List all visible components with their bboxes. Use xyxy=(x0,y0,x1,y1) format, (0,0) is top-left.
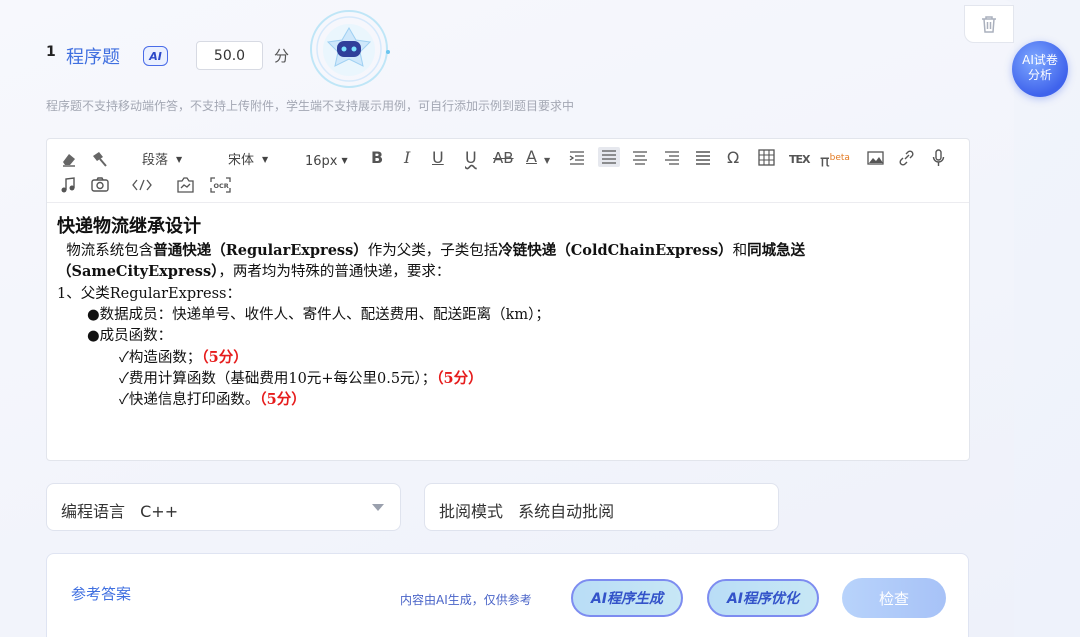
math-button[interactable]: πbeta xyxy=(820,148,850,171)
ai-disclaimer: 内容由AI生成，仅供参考 xyxy=(400,593,532,607)
content-line: ✓快递信息打印函数。（5分） xyxy=(119,388,306,409)
content-line: ●成员函数： xyxy=(87,328,173,344)
ai-optimize-button[interactable]: AI程序优化 xyxy=(707,579,819,617)
format-painter-icon[interactable] xyxy=(91,150,109,168)
chevron-down-icon xyxy=(372,504,384,511)
content-line: ●数据成员：快递单号、收件人、寄件人、配送费用、配送距离（km）； xyxy=(87,307,550,323)
table-icon[interactable] xyxy=(758,149,775,166)
language-select[interactable]: 编程语言 C++ xyxy=(46,483,401,531)
ocr-icon[interactable]: OCR xyxy=(210,177,231,193)
text-run: 同城急送 xyxy=(747,242,806,259)
align-justify-icon[interactable] xyxy=(695,151,711,165)
font-select[interactable]: 宋体 ▼ xyxy=(228,150,268,171)
font-size-select[interactable]: 16px ▼ xyxy=(305,151,348,172)
paragraph-select[interactable]: 段落 ▼ xyxy=(142,150,182,171)
font-select-label: 宋体 xyxy=(228,153,255,168)
chevron-down-icon[interactable]: ▼ xyxy=(544,151,550,171)
wavy-underline-button[interactable]: U xyxy=(465,148,477,168)
underline-button[interactable]: U xyxy=(432,148,444,168)
ai-generate-button[interactable]: AI程序生成 xyxy=(571,579,683,617)
ai-paper-analysis-line2: 分析 xyxy=(1027,68,1052,82)
paragraph-select-label: 段落 xyxy=(142,153,169,168)
chevron-down-icon: ▼ xyxy=(262,155,269,164)
link-icon[interactable] xyxy=(898,150,915,166)
align-right-icon[interactable] xyxy=(664,151,680,165)
review-mode-value: 系统自动批阅 xyxy=(518,502,615,521)
eraser-icon[interactable] xyxy=(60,150,78,168)
align-left-icon[interactable] xyxy=(598,147,620,167)
text-run: ✓快递信息打印函数。 xyxy=(119,392,260,408)
score-input[interactable]: 50.0 xyxy=(196,41,263,70)
font-color-button[interactable]: A xyxy=(526,147,537,167)
score-label: （5分） xyxy=(259,391,306,408)
content-line: 物流系统包含普通快递（RegularExpress）作为父类，子类包括冷链快递（… xyxy=(57,239,805,260)
delete-button[interactable] xyxy=(964,5,1014,43)
question-type: 程序题 xyxy=(66,47,120,68)
content-title: 快递物流继承设计 xyxy=(57,216,201,237)
language-label: 编程语言 xyxy=(61,502,126,521)
editor-toolbar: 段落 ▼ 宋体 ▼ 16px ▼ B I U U AB A ▼ Ω TEX πbeta xyxy=(47,139,969,203)
code-icon[interactable] xyxy=(132,179,152,191)
ai-paper-analysis-line1: AI试卷 xyxy=(1022,53,1058,67)
screenshot-icon[interactable] xyxy=(176,177,195,193)
content-line: 1、父类RegularExpress： xyxy=(57,286,241,302)
formula-button[interactable]: TEX xyxy=(789,150,810,170)
music-icon[interactable] xyxy=(61,177,75,193)
svg-text:OCR: OCR xyxy=(214,182,229,190)
bold-button[interactable]: B xyxy=(371,148,383,168)
microphone-icon[interactable] xyxy=(932,149,945,167)
text-run: ，两者均为特殊的普通快递，要求： xyxy=(218,264,451,280)
text-run: ✓费用计算函数（基础费用10元+每公里0.5元）； xyxy=(119,371,437,387)
text-run: 作为父类，子类包括 xyxy=(367,243,499,259)
ai-robot-icon[interactable] xyxy=(308,8,390,90)
indent-icon[interactable] xyxy=(569,151,585,165)
ai-paper-analysis-button[interactable]: AI试卷 分析 xyxy=(1012,41,1068,97)
language-value: C++ xyxy=(140,502,179,521)
score-label: （5分） xyxy=(436,370,483,387)
content-line: ✓构造函数；（5分） xyxy=(119,346,248,367)
text-run: 冷链快递（ColdChainExpress） xyxy=(498,242,733,259)
content-line: ✓费用计算函数（基础费用10元+每公里0.5元）；（5分） xyxy=(119,367,483,388)
content-line: （SameCityExpress），两者均为特殊的普通快递，要求： xyxy=(57,260,450,281)
special-char-button[interactable]: Ω xyxy=(727,148,739,168)
chevron-down-icon: ▼ xyxy=(176,155,183,164)
text-run: ✓构造函数； xyxy=(119,350,202,366)
chevron-down-icon: ▼ xyxy=(341,156,348,165)
question-number: 1 xyxy=(46,44,56,60)
italic-button[interactable]: I xyxy=(404,148,410,168)
trash-icon xyxy=(982,16,996,33)
ai-badge: AI xyxy=(143,46,168,66)
review-mode-field[interactable]: 批阅模式 系统自动批阅 xyxy=(424,483,779,531)
camera-icon[interactable] xyxy=(91,177,109,192)
text-run: 和 xyxy=(732,243,748,259)
check-button[interactable]: 检查 xyxy=(842,578,946,618)
text-run: 物流系统包含 xyxy=(57,243,154,259)
text-run: （SameCityExpress） xyxy=(57,263,219,280)
pi-icon: π xyxy=(820,151,830,171)
font-size-label: 16px xyxy=(305,154,338,169)
rich-text-editor[interactable]: 段落 ▼ 宋体 ▼ 16px ▼ B I U U AB A ▼ Ω TEX πbeta xyxy=(46,138,970,461)
align-center-icon[interactable] xyxy=(632,151,648,165)
image-icon[interactable] xyxy=(867,151,884,165)
score-unit: 分 xyxy=(274,47,290,65)
text-run: 普通快递（RegularExpress） xyxy=(153,242,368,259)
score-label: （5分） xyxy=(201,349,248,366)
review-mode-label: 批阅模式 xyxy=(439,502,504,521)
beta-label: beta xyxy=(829,153,850,163)
hint-text: 程序题不支持移动端作答，不支持上传附件，学生端不支持展示用例，可自行添加示例到题… xyxy=(46,99,575,113)
question-card: 1 程序题 AI 50.0 分 程序题不支持移动端作答，不支持上传附件，学生端不… xyxy=(0,0,1014,637)
reference-answer-panel: 参考答案 内容由AI生成，仅供参考 AI程序生成 AI程序优化 检查 xyxy=(46,553,969,637)
strikethrough-button[interactable]: AB xyxy=(493,148,514,168)
reference-answer-title: 参考答案 xyxy=(71,585,132,603)
